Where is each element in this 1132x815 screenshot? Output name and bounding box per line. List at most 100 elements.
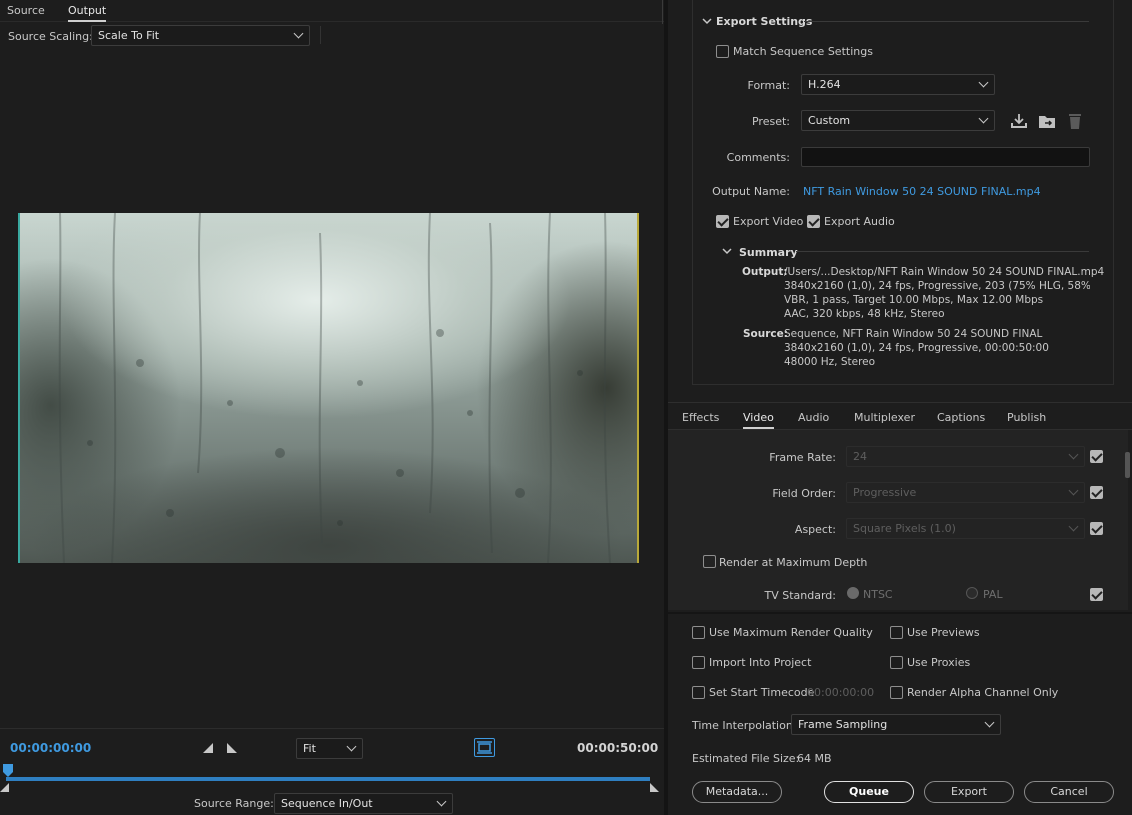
format-label: Format: (747, 79, 790, 92)
start-timecode-value[interactable]: 00:00:00:00 (807, 686, 874, 699)
tv-standard-match-checkbox[interactable] (1090, 588, 1103, 601)
tab-multiplexer[interactable]: Multiplexer (854, 411, 915, 424)
summary-source-line: Sequence, NFT Rain Window 50 24 SOUND FI… (784, 328, 1043, 340)
tab-video[interactable]: Video (743, 411, 774, 429)
tab-output[interactable]: Output (68, 4, 107, 22)
chevron-down-icon (1068, 449, 1079, 460)
queue-button[interactable]: Queue (824, 781, 914, 803)
export-settings-title: Export Settings (716, 15, 813, 28)
export-video-checkbox[interactable] (716, 215, 729, 228)
use-proxies-checkbox[interactable] (890, 656, 903, 669)
rain-drops (58, 213, 611, 563)
set-start-timecode-label: Set Start Timecode (709, 686, 815, 699)
summary-output-line: /Users/...Desktop/NFT Rain Window 50 24 … (784, 266, 1105, 278)
zoom-dropdown[interactable]: Fit (296, 738, 363, 759)
pal-label: PAL (983, 588, 1003, 601)
import-into-project-checkbox[interactable] (692, 656, 705, 669)
aspect-match-checkbox[interactable] (1090, 522, 1103, 535)
export-button[interactable]: Export (924, 781, 1014, 803)
time-interpolation-label: Time Interpolation: (692, 719, 797, 732)
export-audio-checkbox[interactable] (807, 215, 820, 228)
mark-out-icon[interactable] (226, 742, 238, 754)
comments-label: Comments: (726, 151, 790, 164)
ntsc-label: NTSC (863, 588, 893, 601)
source-range-label: Source Range: (194, 797, 274, 810)
use-previews-label: Use Previews (907, 626, 980, 639)
divider (662, 0, 663, 24)
tab-effects[interactable]: Effects (682, 411, 719, 424)
use-proxies-label: Use Proxies (907, 656, 971, 669)
frame-rate-value: 24 (853, 450, 867, 463)
divider (668, 612, 1132, 614)
aspect-value: Square Pixels (1.0) (853, 522, 956, 535)
aspect-toggle-icon[interactable] (474, 738, 495, 757)
export-video-label: Export Video (733, 215, 804, 228)
tab-captions[interactable]: Captions (937, 411, 985, 424)
save-preset-icon[interactable] (1010, 112, 1028, 130)
field-order-dropdown[interactable]: Progressive (846, 482, 1085, 503)
zoom-value: Fit (303, 742, 316, 755)
output-name-link[interactable]: NFT Rain Window 50 24 SOUND FINAL.mp4 (803, 185, 1041, 198)
current-timecode[interactable]: 00:00:00:00 (10, 741, 91, 755)
render-max-depth-checkbox[interactable] (703, 555, 716, 568)
source-output-tabbar: Source Output (0, 0, 664, 22)
timeline-track[interactable] (6, 777, 650, 781)
preset-dropdown[interactable]: Custom (801, 110, 995, 131)
out-point-icon[interactable] (650, 783, 660, 793)
cancel-button[interactable]: Cancel (1024, 781, 1114, 803)
playhead-icon[interactable] (2, 763, 14, 779)
tv-standard-label: TV Standard: (764, 589, 837, 602)
summary-source-line: 3840x2160 (1,0), 24 fps, Progressive, 00… (784, 342, 1049, 354)
max-render-quality-checkbox[interactable] (692, 626, 705, 639)
summary-source-label: Source: (743, 328, 788, 340)
tab-audio[interactable]: Audio (798, 411, 829, 424)
chevron-down-icon (1068, 485, 1079, 496)
ntsc-radio[interactable] (847, 587, 859, 599)
max-render-quality-label: Use Maximum Render Quality (709, 626, 873, 639)
mark-in-icon[interactable] (202, 742, 214, 754)
render-alpha-label: Render Alpha Channel Only (907, 686, 1059, 699)
field-order-match-checkbox[interactable] (1090, 486, 1103, 499)
chevron-down-icon[interactable] (702, 18, 712, 26)
summary-output-label: Output: (742, 266, 788, 278)
divider (320, 26, 321, 44)
summary-output-line: VBR, 1 pass, Target 10.00 Mbps, Max 12.0… (784, 294, 1044, 306)
source-scaling-value: Scale To Fit (98, 29, 160, 42)
chevron-down-icon[interactable] (722, 248, 732, 256)
time-interpolation-value: Frame Sampling (798, 718, 888, 731)
summary-output-line: AAC, 320 kbps, 48 kHz, Stereo (784, 308, 945, 320)
aspect-dropdown[interactable]: Square Pixels (1.0) (846, 518, 1085, 539)
frame-rate-match-checkbox[interactable] (1090, 450, 1103, 463)
match-sequence-checkbox[interactable] (716, 45, 729, 58)
right-panel: Export Settings Match Sequence Settings … (668, 0, 1132, 815)
video-preview (18, 213, 639, 563)
render-max-depth-label: Render at Maximum Depth (719, 556, 868, 569)
format-dropdown[interactable]: H.264 (801, 74, 995, 95)
use-previews-checkbox[interactable] (890, 626, 903, 639)
metadata-button[interactable]: Metadata... (692, 781, 782, 803)
delete-preset-icon[interactable] (1067, 112, 1083, 130)
export-audio-label: Export Audio (824, 215, 895, 228)
divider (796, 251, 1089, 252)
output-name-label: Output Name: (712, 185, 790, 198)
tab-publish[interactable]: Publish (1007, 411, 1046, 424)
chevron-down-icon (346, 741, 357, 752)
import-preset-icon[interactable] (1038, 112, 1056, 130)
time-interpolation-dropdown[interactable]: Frame Sampling (791, 714, 1001, 735)
source-scaling-dropdown[interactable]: Scale To Fit (91, 25, 310, 46)
comments-input[interactable] (801, 147, 1090, 167)
set-start-timecode-checkbox[interactable] (692, 686, 705, 699)
duration-timecode: 00:00:50:00 (577, 741, 659, 755)
render-alpha-checkbox[interactable] (890, 686, 903, 699)
scrollbar[interactable] (1125, 452, 1130, 478)
left-panel: Source Output Source Scaling: Scale To F… (0, 0, 664, 815)
file-size-value: 64 MB (797, 752, 832, 765)
chevron-down-icon (293, 28, 304, 39)
source-range-dropdown[interactable]: Sequence In/Out (274, 793, 453, 814)
in-point-icon[interactable] (0, 783, 10, 793)
frame-rate-label: Frame Rate: (769, 451, 836, 464)
frame-rate-dropdown[interactable]: 24 (846, 446, 1085, 467)
tab-source[interactable]: Source (7, 4, 45, 17)
pal-radio[interactable] (966, 587, 978, 599)
import-into-project-label: Import Into Project (709, 656, 812, 669)
